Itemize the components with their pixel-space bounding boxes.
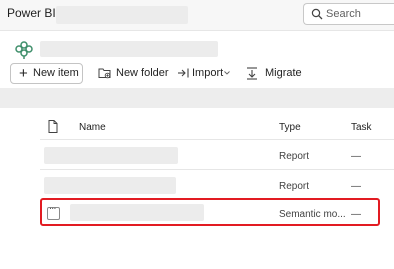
- column-header-type[interactable]: Type: [279, 122, 301, 133]
- column-header-task[interactable]: Task: [351, 122, 372, 133]
- redacted-workspace-title: [56, 6, 188, 24]
- migrate-button[interactable]: Migrate: [246, 66, 302, 82]
- redacted-workspace-name: [40, 41, 218, 57]
- app-name[interactable]: Power BI: [7, 6, 56, 20]
- column-header-name[interactable]: Name: [79, 122, 106, 133]
- chevron-down-icon: [224, 71, 230, 75]
- search-placeholder: Search: [326, 8, 361, 20]
- toolbar-separator-band: [0, 88, 394, 108]
- highlight-annotation-box: [40, 198, 380, 226]
- row-divider: [40, 169, 394, 170]
- top-bar: Power BI Search: [0, 0, 394, 31]
- new-item-button[interactable]: + New item: [10, 63, 83, 84]
- plus-icon: +: [19, 65, 28, 82]
- migrate-label: Migrate: [265, 67, 302, 79]
- redacted-item-name: [44, 177, 176, 194]
- import-button[interactable]: Import: [177, 66, 233, 82]
- document-icon: [48, 120, 58, 133]
- new-folder-button[interactable]: New folder: [98, 66, 169, 82]
- import-icon: [178, 68, 189, 78]
- header-divider: [40, 139, 394, 140]
- redacted-item-name: [44, 147, 178, 164]
- migrate-icon: [247, 67, 257, 80]
- new-folder-label: New folder: [116, 67, 169, 79]
- new-item-label: New item: [33, 67, 79, 79]
- search-input[interactable]: Search: [303, 3, 394, 25]
- item-type: Report: [279, 151, 310, 162]
- item-task: —: [351, 151, 361, 162]
- item-task: —: [351, 181, 361, 192]
- search-icon: [311, 8, 323, 20]
- item-type: Report: [279, 181, 310, 192]
- workspace-icon: [15, 41, 33, 59]
- import-label: Import: [192, 67, 224, 79]
- folder-add-icon: [98, 68, 111, 79]
